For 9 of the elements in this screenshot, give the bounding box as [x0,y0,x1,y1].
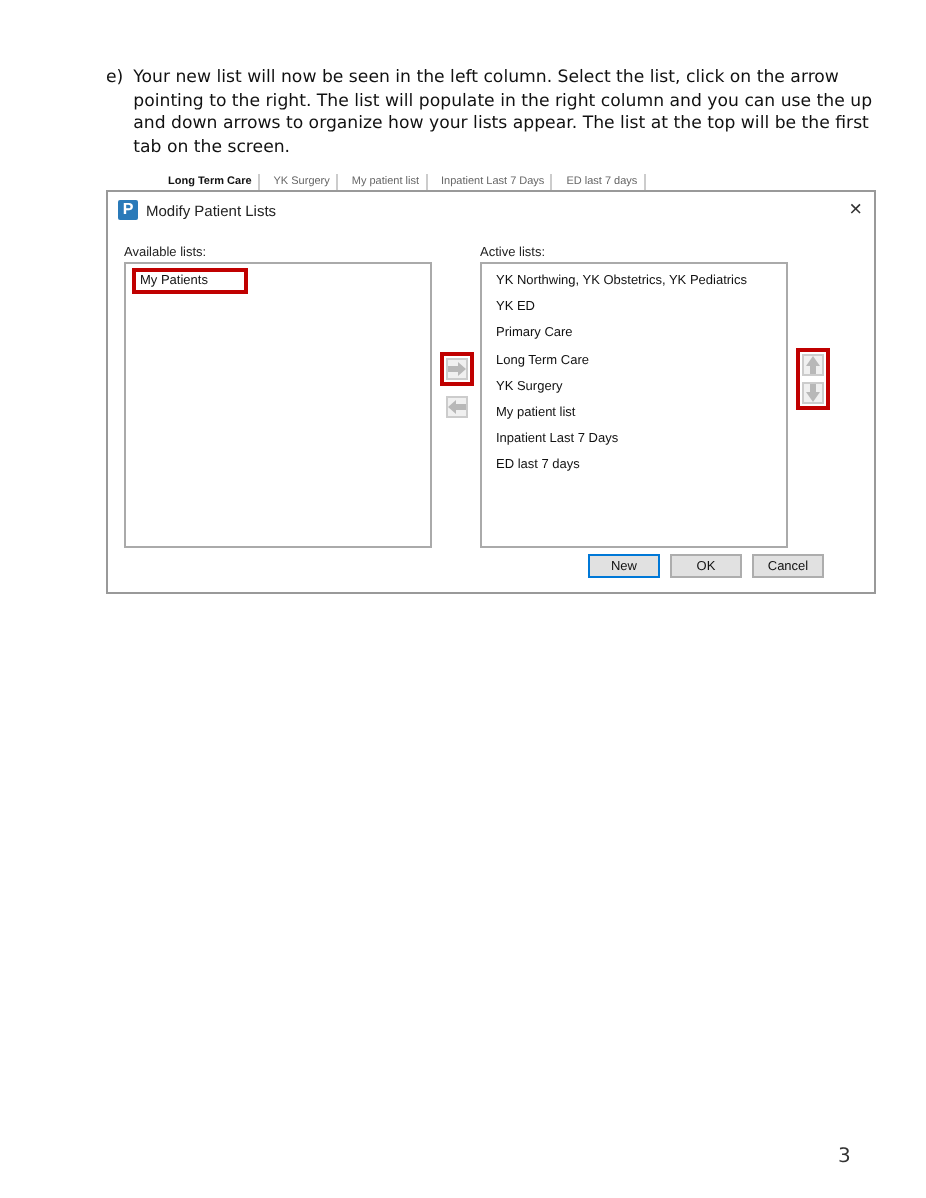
page-number: 3 [838,1146,851,1168]
close-button[interactable]: × [849,199,862,221]
move-down-button[interactable] [801,382,823,404]
add-arrow-button[interactable] [445,358,467,380]
move-up-button[interactable] [801,354,823,376]
instruction-text: Your new list will now be seen in the left column. Select the list, click on the arrow pointing to the right. The list will populate in the right column and you can use the up and down arrows to organize how your lists appear. The list at the top will be the first tab on the screen. [133,68,874,160]
app-icon: P [118,200,138,220]
remove-arrow-button[interactable] [445,396,467,418]
list-marker: e) [106,68,124,92]
